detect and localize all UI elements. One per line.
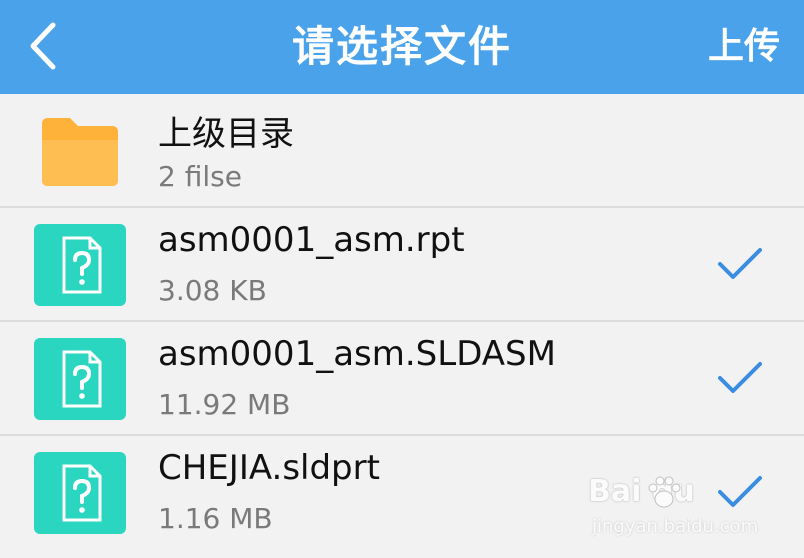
list-item-name: CHEJIA.sldprt bbox=[158, 448, 380, 488]
page-title: 请选择文件 bbox=[291, 22, 512, 71]
list-item-name: 上级目录 bbox=[158, 114, 294, 154]
list-item-file[interactable]: asm0001_asm.SLDASM 11.92 MB bbox=[0, 322, 804, 436]
paw-icon bbox=[648, 476, 681, 508]
list-item-meta: 3.08 KB bbox=[158, 274, 267, 307]
baidu-watermark: Bai du jingyan.baidu.com bbox=[588, 474, 758, 544]
list-item-name: asm0001_asm.rpt bbox=[158, 220, 465, 260]
list-item-meta: 11.92 MB bbox=[158, 388, 291, 421]
list-item-meta: 1.16 MB bbox=[158, 502, 273, 535]
upload-button[interactable]: 上传 bbox=[708, 0, 780, 94]
list-item-name: asm0001_asm.SLDASM bbox=[158, 334, 556, 374]
list-item-parent-folder[interactable]: 上级目录 2 filse bbox=[0, 94, 804, 208]
checkmark-icon[interactable] bbox=[716, 244, 764, 284]
watermark-url: jingyan.baidu.com bbox=[592, 516, 759, 537]
list-item-meta: 2 filse bbox=[158, 160, 242, 193]
top-app-bar: 请选择文件 上传 bbox=[0, 0, 804, 94]
unknown-file-icon bbox=[34, 452, 126, 534]
folder-icon bbox=[42, 118, 118, 186]
list-item-file[interactable]: asm0001_asm.rpt 3.08 KB bbox=[0, 208, 804, 322]
unknown-file-icon bbox=[34, 224, 126, 306]
unknown-file-icon bbox=[34, 338, 126, 420]
checkmark-icon[interactable] bbox=[716, 358, 764, 398]
